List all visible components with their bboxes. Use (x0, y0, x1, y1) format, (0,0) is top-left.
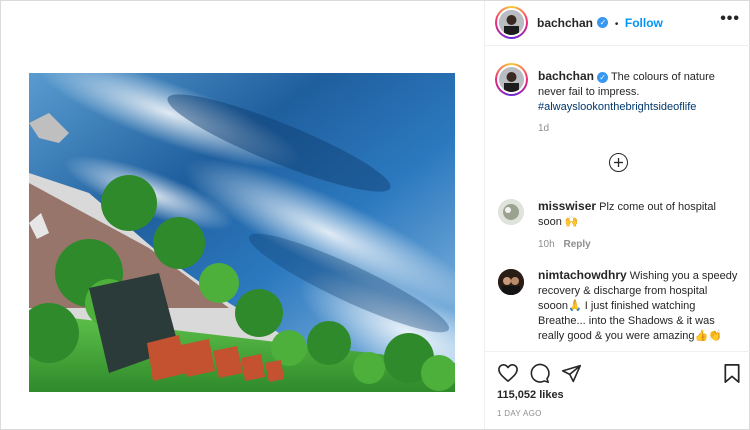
reply-button[interactable]: Reply (563, 239, 590, 250)
heart-icon[interactable] (497, 363, 519, 388)
more-options-icon[interactable]: ••• (720, 10, 740, 28)
post-caption: bachchan ✓ The colours of nature never f… (538, 69, 738, 115)
post-photo[interactable] (29, 73, 455, 392)
post-date: 1 DAY AGO (497, 409, 542, 418)
comment-avatar[interactable] (498, 269, 524, 295)
post-sidebar: bachchan ✓ • Follow ••• bachchan ✓ The c… (484, 1, 750, 429)
caption-avatar[interactable] (499, 67, 524, 92)
story-ring[interactable] (495, 6, 528, 39)
caption-username[interactable]: bachchan (538, 69, 594, 83)
avatar[interactable] (499, 10, 524, 35)
header-separator: • (614, 19, 619, 30)
comment-bubble-icon[interactable] (529, 363, 550, 389)
comment-avatar[interactable] (498, 199, 524, 225)
comment-username[interactable]: nimtachowdhry (538, 268, 627, 282)
bookmark-icon[interactable] (723, 363, 741, 389)
comment-item: nimtachowdhry Wishing you a speedy recov… (538, 268, 738, 344)
likes-count[interactable]: 115,052 likes (497, 389, 564, 401)
comment-age: 10h (538, 239, 555, 250)
plus-circle-icon[interactable] (609, 153, 628, 172)
post-media-area (1, 1, 484, 429)
comment-meta: 10h Reply (538, 239, 591, 250)
caption-age: 1d (538, 123, 550, 134)
follow-button[interactable]: Follow (625, 16, 663, 30)
verified-badge-icon: ✓ (597, 71, 609, 83)
post-modal: bachchan ✓ • Follow ••• bachchan ✓ The c… (0, 0, 750, 430)
caption-hashtag[interactable]: #alwayslookonthebrightsideoflife (538, 101, 696, 113)
comment-item: misswiser Plz come out of hospital soon … (538, 199, 738, 230)
verified-badge-icon: ✓ (597, 17, 609, 29)
paper-plane-icon[interactable] (561, 363, 582, 389)
header-username[interactable]: bachchan (537, 16, 593, 30)
caption-story-ring[interactable] (495, 63, 528, 96)
post-header: bachchan ✓ • Follow ••• (485, 1, 750, 46)
comment-username[interactable]: misswiser (538, 199, 596, 213)
